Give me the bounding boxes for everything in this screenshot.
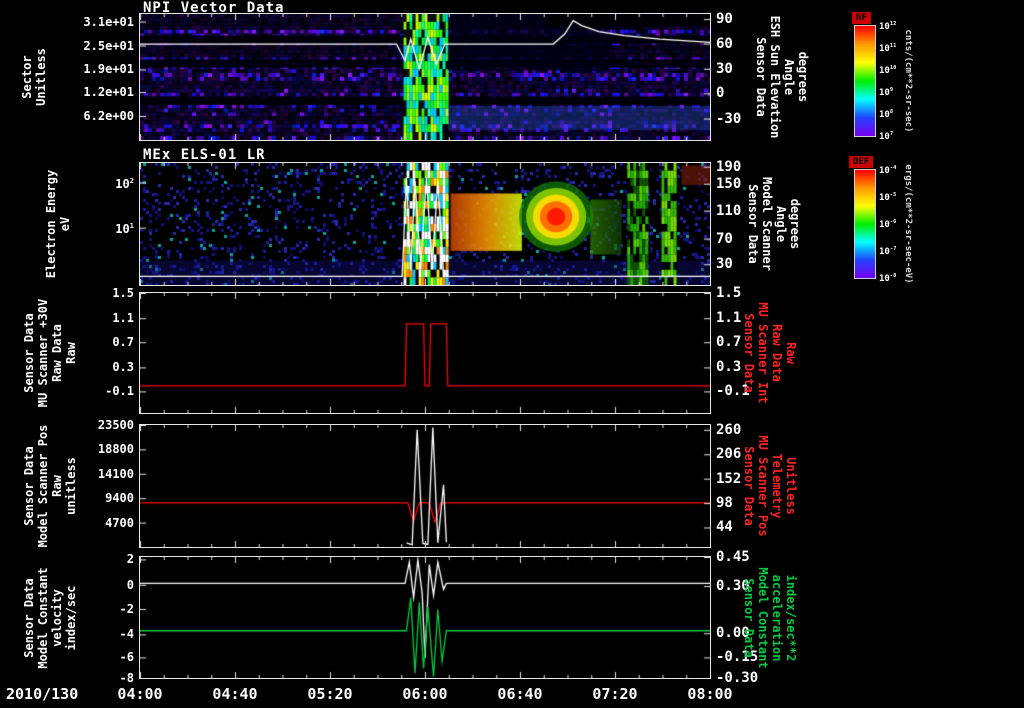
- panel1-left-tick-label: 1.2e+01: [83, 85, 134, 100]
- els-panel-title: MEx ELS-01 LR: [143, 147, 266, 163]
- colorbar-def-tick-label: 10-6: [879, 219, 897, 230]
- colorbar-def-gradient: [854, 169, 876, 279]
- colorbar-def-tick-label: 10-8: [879, 273, 897, 284]
- colorbar-nf-label: NF: [852, 12, 871, 24]
- x-axis-tick-label: 08:00: [687, 685, 733, 703]
- colorbar-def-label: DEF: [849, 156, 874, 168]
- colorbar-nf-tick-label: 108: [879, 109, 894, 120]
- panel1-left-tick-label: 3.1e+01: [83, 14, 134, 29]
- colorbar-nf-tick-label: 1011: [879, 43, 897, 54]
- x-axis-tick-label: 06:00: [402, 685, 448, 703]
- colorbar-def-tick-label: 10-4: [879, 165, 897, 176]
- panel1-left-tick-label: 6.2e+00: [83, 109, 134, 124]
- panel2-left-tick-label: 102: [115, 175, 134, 191]
- x-axis-tick-label: 04:40: [212, 685, 258, 703]
- x-axis-tick-label: 04:00: [117, 685, 163, 703]
- panel1-left-tick-label: 2.5e+01: [83, 38, 134, 53]
- panel-els-spectrogram-canvas: [139, 162, 711, 286]
- colorbar-def-unit-label: ergs/(cm**2-sr-sec-eV): [903, 163, 913, 284]
- colorbar-nf-tick-label: 1010: [879, 65, 897, 76]
- x-axis-tick-label: 07:20: [592, 685, 638, 703]
- colorbar-def-tick-label: 10-5: [879, 192, 897, 203]
- colorbar-nf-tick-label: 1012: [879, 21, 897, 32]
- colorbar-nf-tick-label: 109: [879, 87, 894, 98]
- panel2-left-tick-label: 101: [115, 220, 134, 236]
- panel-model-constant-canvas: [139, 556, 711, 679]
- colorbar-def-tick-label: 10-7: [879, 246, 897, 257]
- colorbar-nf-gradient: [854, 25, 876, 137]
- x-axis-tick-label: 06:40: [497, 685, 543, 703]
- panel-npi-spectrogram-canvas: [139, 13, 711, 141]
- panel1-left-tick-label: 1.9e+01: [83, 62, 134, 77]
- panel5-right-axis-title: index/sec**2 acceleration Model Constant Se…: [742, 566, 798, 669]
- plot-stage: NPI Vector Data MEx ELS-01 LR NF DEF 201…: [0, 0, 1024, 708]
- panel-mu-scanner-30v-canvas: [139, 292, 711, 414]
- colorbar-nf-tick-label: 107: [879, 131, 894, 142]
- panel-scanner-pos-canvas: [139, 424, 711, 548]
- panel5-left-axis-title: Sensor Data Model Constant velocity index/s…: [22, 566, 78, 669]
- x-axis-tick-label: 05:20: [307, 685, 353, 703]
